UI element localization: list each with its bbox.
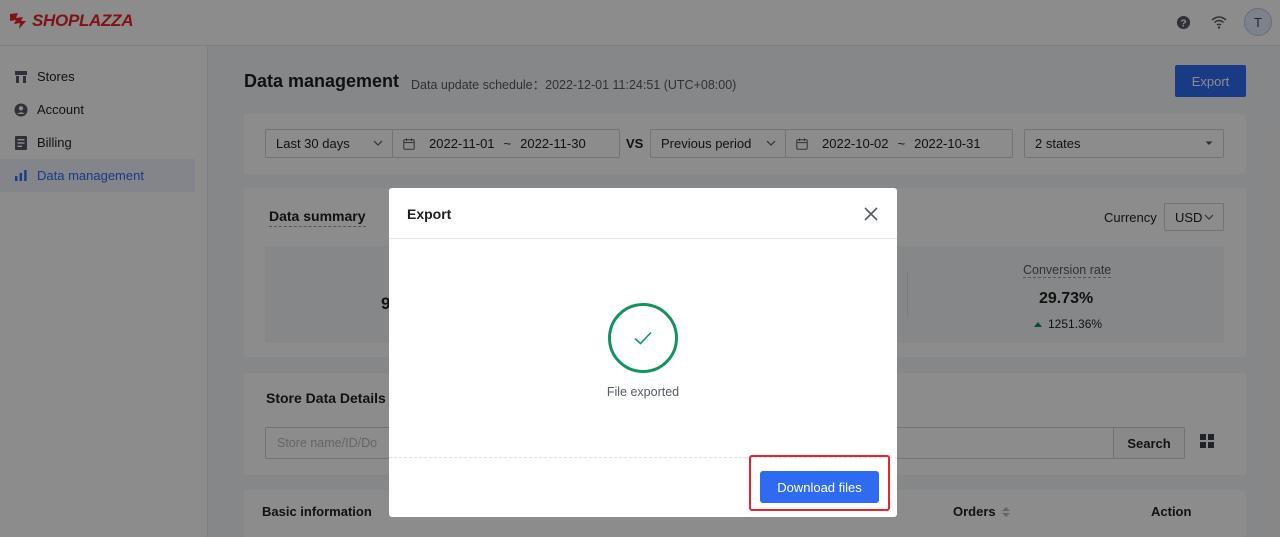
close-icon: [864, 207, 878, 221]
success-check-icon: [608, 303, 678, 373]
download-highlight-annotation: [749, 455, 890, 511]
export-status-message: File exported: [606, 385, 680, 399]
close-button[interactable]: [859, 202, 883, 226]
modal-header: Export: [389, 188, 897, 239]
modal-title: Export: [407, 206, 452, 222]
